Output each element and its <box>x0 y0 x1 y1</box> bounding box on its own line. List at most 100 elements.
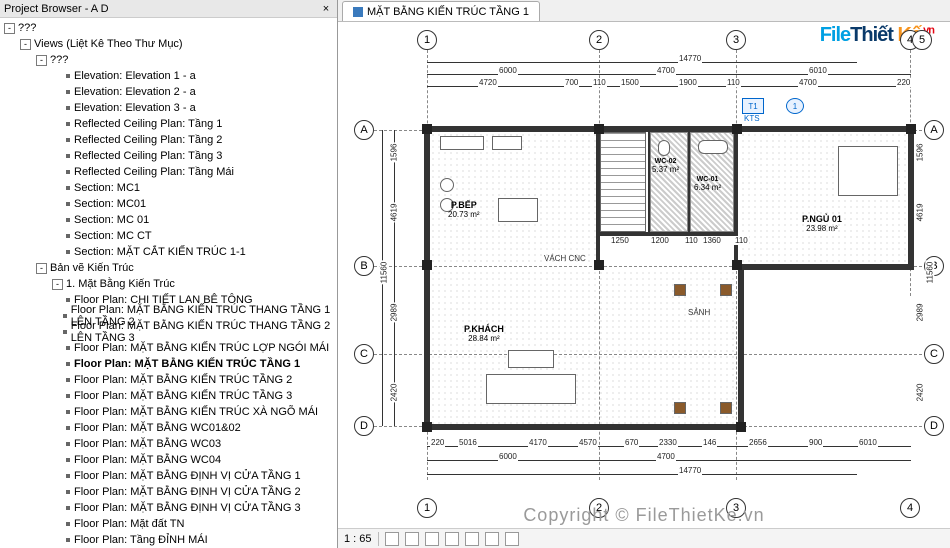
viewport[interactable]: FileThiết Kế.vn 1 2 3 4 5 1 2 3 4 A B C … <box>338 22 950 548</box>
tree-toggle-icon[interactable]: - <box>36 55 47 66</box>
dim-line <box>427 62 857 63</box>
tree-leaf-icon <box>66 426 70 430</box>
tree-item-label: Reflected Ceiling Plan: Tầng 2 <box>74 134 222 146</box>
tree-item[interactable]: Reflected Ceiling Plan: Tầng 1 <box>2 116 337 132</box>
tree-item-label: ??? <box>50 54 68 66</box>
visual-style-icon[interactable] <box>405 532 419 546</box>
dim-text: 1500 <box>620 78 640 87</box>
tree-item[interactable]: -1. Mặt Bằng Kiến Trúc <box>2 276 337 292</box>
tree-item[interactable]: Floor Plan: MẶT BẰNG KIẾN TRÚC TẦNG 3 <box>2 388 337 404</box>
tree-item[interactable]: Section: MC1 <box>2 180 337 196</box>
crop-icon[interactable] <box>465 532 479 546</box>
tree-item[interactable]: Elevation: Elevation 3 - a <box>2 100 337 116</box>
tree-item[interactable]: Floor Plan: MẶT BẰNG ĐỊNH VỊ CỬA TẦNG 2 <box>2 484 337 500</box>
tree-leaf-icon <box>66 506 70 510</box>
tree-item[interactable]: Floor Plan: MẶT BẰNG KIẾN TRÚC LỢP NGÓI … <box>2 340 337 356</box>
view-tag-t1: T1 <box>742 98 764 114</box>
view-tag-1: 1 <box>786 98 804 114</box>
tree-item[interactable]: Floor Plan: Mặt đất TN <box>2 516 337 532</box>
grid-bubble-Cr: C <box>924 344 944 364</box>
shadows-icon[interactable] <box>445 532 459 546</box>
floor-plan-drawing: 1 2 3 4 5 1 2 3 4 A B C D A B C D <box>348 28 940 518</box>
sink <box>492 136 522 150</box>
grid-bubble-5: 5 <box>912 30 932 50</box>
tree-item[interactable]: Floor Plan: MẶT BẰNG KIẾN TRÚC THANG TẦN… <box>2 324 337 340</box>
tree-item[interactable]: Section: MC01 <box>2 196 337 212</box>
tree-item[interactable]: Reflected Ceiling Plan: Tầng 3 <box>2 148 337 164</box>
floor-hatch <box>430 132 596 262</box>
grid-bubble-Ar: A <box>924 120 944 140</box>
tree-item[interactable]: Floor Plan: MẶT BẰNG ĐỊNH VỊ CỬA TẦNG 1 <box>2 468 337 484</box>
scale-value[interactable]: 1 : 65 <box>344 533 372 545</box>
kitchen-counter <box>440 136 484 150</box>
tree-item-label: Floor Plan: MẶT BẰNG KIẾN TRÚC TẦNG 3 <box>74 390 292 402</box>
post <box>720 284 732 296</box>
tree-item[interactable]: Elevation: Elevation 1 - a <box>2 68 337 84</box>
tree-item[interactable]: Reflected Ceiling Plan: Tầng Mái <box>2 164 337 180</box>
tree-item[interactable]: -??? <box>2 20 337 36</box>
column <box>736 422 746 432</box>
hide-icon[interactable] <box>485 532 499 546</box>
tree-item[interactable]: Section: MẶT CẮT KIẾN TRÚC 1-1 <box>2 244 337 260</box>
room-label-wc2: WC-025.37 m² <box>652 158 679 174</box>
tree-leaf-icon <box>66 474 70 478</box>
tree-item-label: Floor Plan: MẶT BẰNG ĐỊNH VỊ CỬA TẦNG 1 <box>74 470 301 482</box>
tree-toggle-icon[interactable]: - <box>4 23 15 34</box>
tree-item[interactable]: Floor Plan: Tầng ĐỈNH MÁI <box>2 532 337 548</box>
dim-text: 6010 <box>808 66 828 75</box>
tree-item[interactable]: Section: MC CT <box>2 228 337 244</box>
tree-leaf-icon <box>66 90 70 94</box>
tree-item-label: Section: MẶT CẮT KIẾN TRÚC 1-1 <box>74 246 246 258</box>
dim-text: 1360 <box>702 236 722 245</box>
column <box>594 124 604 134</box>
column <box>422 124 432 134</box>
dim-text: 220 <box>896 78 911 87</box>
reveal-icon[interactable] <box>505 532 519 546</box>
tree-item-label: Floor Plan: MẶT BẰNG KIẾN TRÚC XÀ NGÕ MÁ… <box>74 406 318 418</box>
tree-toggle-icon[interactable]: - <box>20 39 31 50</box>
tree-item[interactable]: Floor Plan: MẶT BẰNG ĐỊNH VỊ CỬA TẦNG 3 <box>2 500 337 516</box>
tree-item[interactable]: Section: MC 01 <box>2 212 337 228</box>
dim-text: 4700 <box>798 78 818 87</box>
tree-item[interactable]: Floor Plan: MẶT BẰNG WC04 <box>2 452 337 468</box>
project-browser-panel: Project Browser - A D × -???-Views (Liệt… <box>0 0 338 548</box>
wall <box>734 126 738 266</box>
tree-item[interactable]: Reflected Ceiling Plan: Tầng 2 <box>2 132 337 148</box>
dim-text: 1200 <box>650 236 670 245</box>
tree-item[interactable]: -??? <box>2 52 337 68</box>
tree-leaf-icon <box>66 218 70 222</box>
tree-item-label: Section: MC1 <box>74 182 140 194</box>
column <box>732 124 742 134</box>
tree-toggle-icon[interactable]: - <box>36 263 47 274</box>
column <box>594 260 604 270</box>
dim-text: 11560 <box>379 261 388 285</box>
floor-hatch <box>430 270 736 424</box>
dim-text: 4619 <box>916 203 925 223</box>
tree-item-label: Floor Plan: MẶT BẰNG KIẾN TRÚC LỢP NGÓI … <box>74 342 329 354</box>
view-tab-active[interactable]: MẶT BẰNG KIẾN TRÚC TẦNG 1 <box>342 1 540 21</box>
view-control-bar: 1 : 65 <box>338 528 950 548</box>
tree-item[interactable]: Floor Plan: MẶT BẰNG KIẾN TRÚC TẦNG 2 <box>2 372 337 388</box>
dim-text: 110 <box>726 78 741 87</box>
coffee-table <box>508 350 554 368</box>
tree-item[interactable]: Floor Plan: MẶT BẰNG KIẾN TRÚC TẦNG 1 <box>2 356 337 372</box>
tree-leaf-icon <box>66 154 70 158</box>
dim-text: 2989 <box>389 303 398 323</box>
detail-level-icon[interactable] <box>385 532 399 546</box>
tree-item[interactable]: Elevation: Elevation 2 - a <box>2 84 337 100</box>
tree-item[interactable]: Floor Plan: MẶT BẰNG WC01&02 <box>2 420 337 436</box>
grid-bubble-C: C <box>354 344 374 364</box>
dim-text: 2989 <box>916 303 925 323</box>
tree-item[interactable]: Floor Plan: MẶT BẰNG WC03 <box>2 436 337 452</box>
tree-item[interactable]: -Bản vẽ Kiến Trúc <box>2 260 337 276</box>
dim-text: 1900 <box>678 78 698 87</box>
tree-leaf-icon <box>63 314 66 318</box>
tree-item-label: Section: MC CT <box>74 230 152 242</box>
tree-item[interactable]: -Views (Liệt Kê Theo Thư Mục) <box>2 36 337 52</box>
sun-path-icon[interactable] <box>425 532 439 546</box>
tree-toggle-icon[interactable]: - <box>52 279 63 290</box>
project-tree[interactable]: -???-Views (Liệt Kê Theo Thư Mục)-???Ele… <box>0 18 337 548</box>
tree-item[interactable]: Floor Plan: MẶT BẰNG KIẾN TRÚC XÀ NGÕ MÁ… <box>2 404 337 420</box>
grid-bubble-1: 1 <box>417 30 437 50</box>
panel-close-button[interactable]: × <box>319 2 333 16</box>
